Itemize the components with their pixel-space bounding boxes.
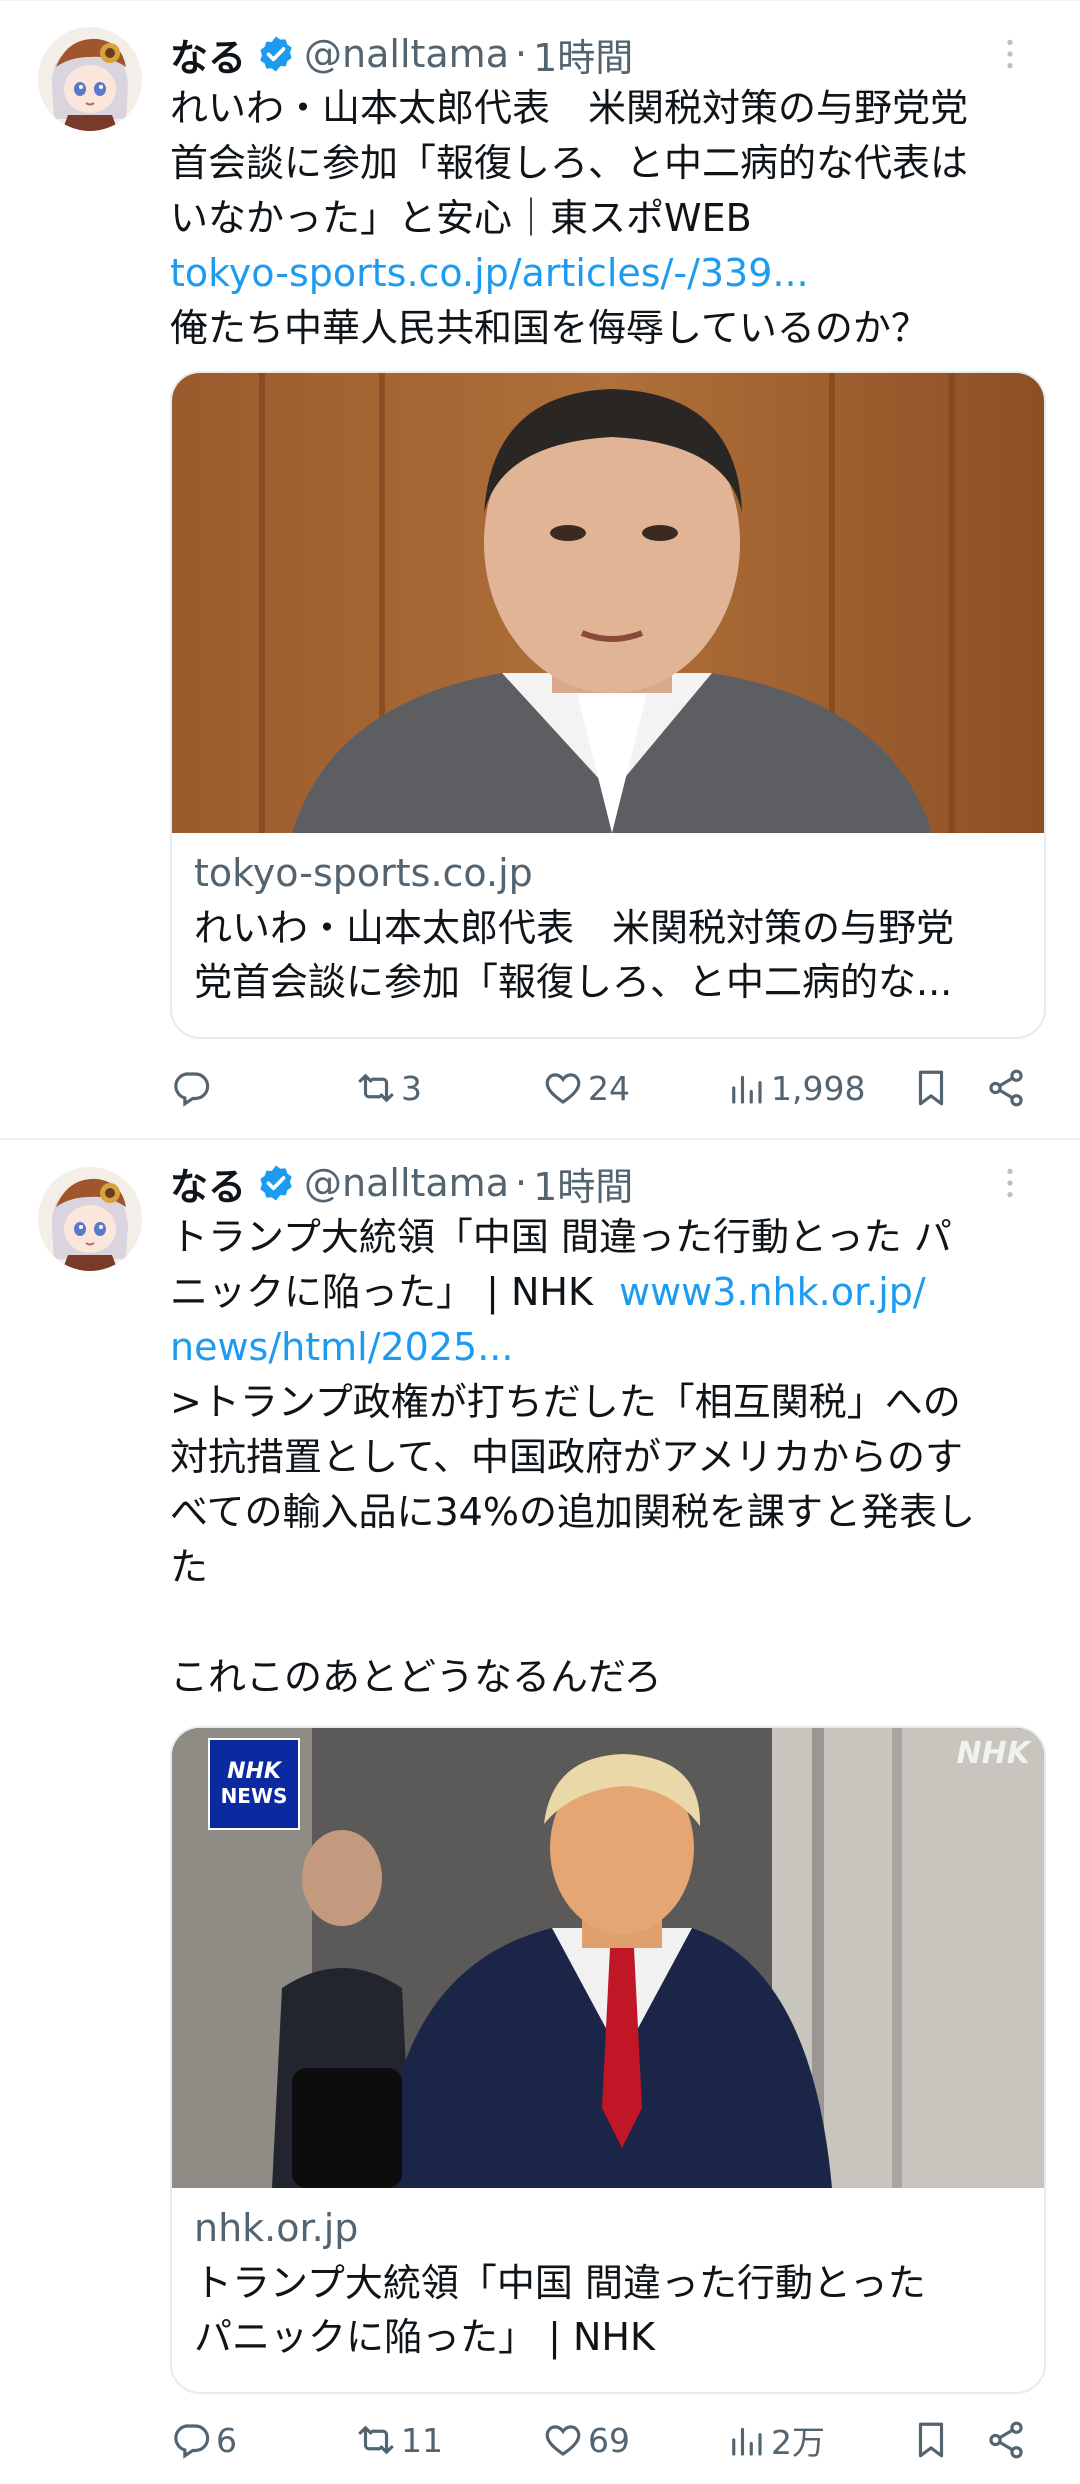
more-options-icon[interactable]: [990, 1163, 1030, 1203]
views-count: 2万: [771, 2423, 825, 2462]
portrait-photo: [172, 373, 1044, 833]
tweet-text-line: いなかった」と安心｜東スポWEB: [170, 196, 752, 240]
timestamp[interactable]: 1時間: [533, 27, 633, 82]
quote-line: 対抗措置として、中国政府がアメリカからのす: [170, 1435, 964, 1479]
views-chart-icon: [732, 2427, 762, 2456]
author-handle[interactable]: @nalltama: [304, 1161, 509, 1205]
reply-count: 6: [216, 2420, 237, 2460]
tweet[interactable]: なる @nalltama · 1時間 れいわ・山本太郎代表 米関税対策の与野党党…: [0, 0, 1080, 1138]
nhk-logo-line: NEWS: [220, 1784, 288, 1808]
retweet-icon: [358, 2426, 394, 2454]
separator-dot: ·: [515, 32, 528, 76]
nhk-news-logo: NHK NEWS: [208, 1738, 300, 1830]
heart-icon: [545, 1073, 581, 1104]
action-bar: 3 24 1,998: [170, 1053, 1040, 1123]
card-domain: tokyo-sports.co.jp: [194, 851, 533, 895]
tweet-link-continued[interactable]: news/html/2025...: [170, 1320, 1050, 1375]
share-icon: [989, 2421, 1023, 2459]
views-count: 1,998: [771, 1068, 866, 1108]
quote-line: >トランプ政権が打ちだした「相互関税」への: [170, 1380, 961, 1424]
verified-badge-icon: [260, 1165, 292, 1201]
card-domain: nhk.or.jp: [194, 2206, 359, 2250]
card-title: れいわ・山本太郎代表 米関税対策の与野党 党首会談に参加「報復しろ、と中二病的な…: [194, 901, 1034, 1009]
heart-icon: [545, 2425, 581, 2456]
bookmark-button[interactable]: [910, 1053, 956, 1123]
retweet-count: 11: [401, 2420, 443, 2460]
news-photo: [172, 1728, 1044, 2188]
card-title-line: れいわ・山本太郎代表 米関税対策の与野党: [194, 906, 955, 950]
reply-button[interactable]: 6: [170, 2405, 237, 2475]
tweet-header: なる @nalltama · 1時間: [170, 26, 1040, 82]
card-title-line: パニックに陥った」 | NHK: [194, 2315, 655, 2359]
tweet-comment: 俺たち中華人民共和国を侮辱しているのか？: [170, 306, 929, 350]
bookmark-icon: [918, 2422, 944, 2458]
reply-button[interactable]: [170, 1053, 216, 1123]
tweet-text: トランプ大統領「中国 間違った行動とった パ ニックに陥った」 | NHK ww…: [170, 1210, 1050, 1705]
like-button[interactable]: 69: [542, 2405, 630, 2475]
nhk-watermark: NHK: [956, 1736, 1030, 1771]
share-icon: [989, 1069, 1023, 1107]
views-chart-icon: [732, 1075, 762, 1104]
author-name[interactable]: なる: [170, 1156, 246, 1211]
avatar[interactable]: [38, 1167, 142, 1271]
views-button[interactable]: 1,998: [725, 1053, 865, 1123]
tweet-comment: これこのあとどうなるんだろ: [170, 1655, 662, 1699]
tweet-text: れいわ・山本太郎代表 米関税対策の与野党党 首会談に参加「報復しろ、と中二病的な…: [170, 81, 1050, 356]
quote-line: べての輸入品に34%の追加関税を課すと発表し: [170, 1490, 975, 1534]
retweet-count: 3: [401, 1068, 422, 1108]
tweet-header: なる @nalltama · 1時間: [170, 1155, 1040, 1211]
verified-badge-icon: [260, 36, 292, 72]
avatar[interactable]: [38, 27, 142, 131]
link-card[interactable]: NHK NEWS NHK nhk.or.jp トランプ大統領「中国 間違った行動…: [170, 1726, 1046, 2394]
retweet-button[interactable]: 11: [355, 2405, 443, 2475]
separator-dot: ·: [515, 1161, 528, 1205]
card-image: NHK NEWS NHK: [172, 1728, 1044, 2188]
views-button[interactable]: 2万: [725, 2405, 825, 2475]
share-button[interactable]: [985, 1053, 1031, 1123]
tweet-link[interactable]: www3.nhk.or.jp/: [619, 1270, 926, 1314]
card-image: [172, 373, 1044, 833]
avatar-illustration: [38, 1167, 142, 1271]
card-title-line: 党首会談に参加「報復しろ、と中二病的な...: [194, 960, 953, 1004]
avatar-illustration: [38, 27, 142, 131]
card-title-line: トランプ大統領「中国 間違った行動とった: [194, 2261, 926, 2305]
reply-icon: [174, 2424, 210, 2459]
more-options-icon[interactable]: [990, 34, 1030, 74]
tweet-link[interactable]: tokyo-sports.co.jp/articles/-/339...: [170, 246, 1050, 301]
card-title: トランプ大統領「中国 間違った行動とった パニックに陥った」 | NHK: [194, 2256, 1034, 2364]
nhk-logo-line: NHK: [227, 1759, 281, 1784]
reply-icon: [174, 1072, 210, 1107]
retweet-icon: [358, 1074, 394, 1102]
timestamp[interactable]: 1時間: [533, 1156, 633, 1211]
tweet-text-line: トランプ大統領「中国 間違った行動とった パ: [170, 1215, 952, 1259]
tweet-text-line: 首会談に参加「報復しろ、と中二病的な代表は: [170, 141, 969, 185]
tweet-text-line: ニックに陥った」 | NHK www3.nhk.or.jp/: [170, 1265, 1050, 1320]
share-button[interactable]: [985, 2405, 1031, 2475]
tweet-text-line: れいわ・山本太郎代表 米関税対策の与野党党: [170, 86, 969, 130]
bookmark-button[interactable]: [910, 2405, 956, 2475]
author-handle[interactable]: @nalltama: [304, 32, 509, 76]
bookmark-icon: [918, 1070, 944, 1106]
author-name[interactable]: なる: [170, 27, 246, 82]
tweet-text-fragment: ニックに陥った」 | NHK: [170, 1270, 593, 1314]
quote-line: た: [170, 1545, 209, 1589]
like-count: 24: [588, 1068, 630, 1108]
like-button[interactable]: 24: [542, 1053, 630, 1123]
tweet[interactable]: なる @nalltama · 1時間 トランプ大統領「中国 間違った行動とった …: [0, 1138, 1080, 2484]
retweet-button[interactable]: 3: [355, 1053, 422, 1123]
link-card[interactable]: tokyo-sports.co.jp れいわ・山本太郎代表 米関税対策の与野党 …: [170, 371, 1046, 1039]
action-bar: 6 11 69 2万: [170, 2405, 1040, 2475]
like-count: 69: [588, 2420, 630, 2460]
